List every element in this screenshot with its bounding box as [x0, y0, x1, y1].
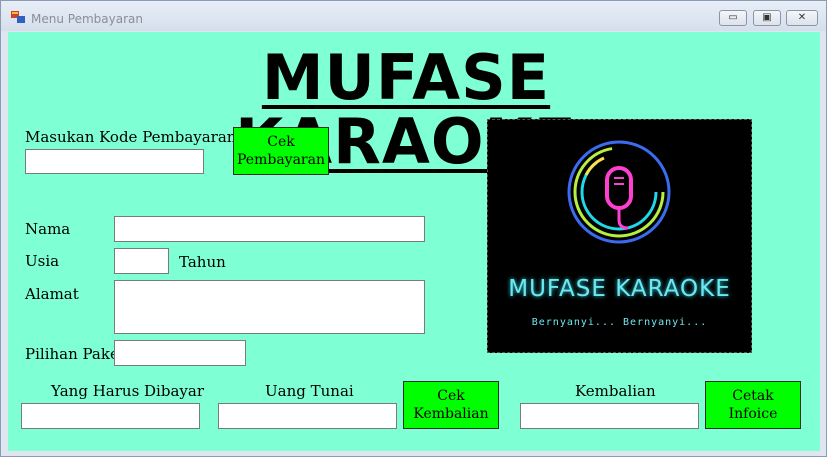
check-payment-button[interactable]: Cek Pembayaran: [233, 127, 329, 175]
change-input[interactable]: [520, 403, 699, 429]
check-change-button[interactable]: Cek Kembalian: [403, 381, 499, 429]
name-input[interactable]: [114, 216, 425, 242]
neon-microphone-icon: [567, 140, 671, 244]
amount-due-input[interactable]: [21, 403, 200, 429]
payment-window: Menu Pembayaran ▭ ▣ ✕ MUFASE KARAOKE Mas…: [0, 0, 827, 457]
name-label: Nama: [25, 220, 71, 238]
package-input[interactable]: [114, 340, 246, 366]
change-label: Kembalian: [575, 382, 656, 400]
print-invoice-button[interactable]: Cetak Infoice: [705, 381, 801, 429]
package-label: Pilihan Paket: [25, 345, 125, 363]
minimize-button[interactable]: ▭: [719, 10, 747, 26]
address-label: Alamat: [25, 285, 79, 303]
logo-title: MUFASE KARAOKE: [508, 276, 731, 302]
window-title: Menu Pembayaran: [31, 12, 143, 26]
age-label: Usia: [25, 252, 60, 270]
payment-code-input[interactable]: [25, 149, 204, 174]
title-bar[interactable]: Menu Pembayaran ▭ ▣ ✕: [1, 1, 826, 31]
payment-code-label: Masukan Kode Pembayaran: [25, 128, 237, 146]
age-unit-label: Tahun: [179, 253, 226, 271]
app-icon: [11, 11, 25, 23]
cash-input[interactable]: [218, 403, 397, 429]
logo-tagline: Bernyanyi... Bernyanyi...: [531, 317, 708, 328]
karaoke-logo: MUFASE KARAOKE Bernyanyi... Bernyanyi...: [487, 119, 752, 353]
address-textarea[interactable]: [114, 280, 425, 334]
amount-due-label: Yang Harus Dibayar: [51, 382, 204, 400]
maximize-button[interactable]: ▣: [753, 10, 781, 26]
cash-label: Uang Tunai: [265, 382, 354, 400]
age-input[interactable]: [114, 248, 169, 274]
close-button[interactable]: ✕: [786, 10, 818, 26]
